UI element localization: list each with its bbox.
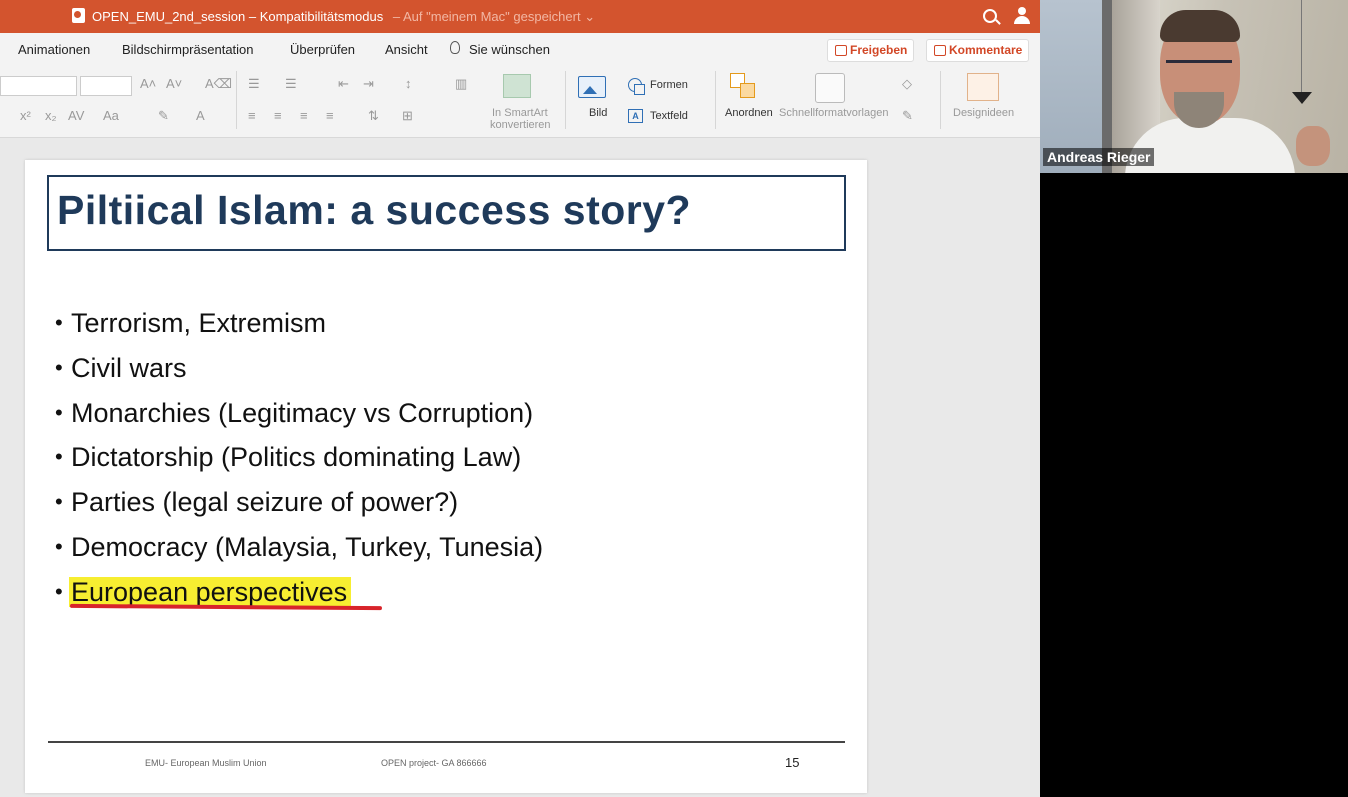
shape-fill-icon[interactable]: ◇ — [902, 76, 912, 92]
bullet-text: Monarchies (Legitimacy vs Corruption) — [71, 397, 534, 428]
slide-number: 15 — [785, 755, 800, 770]
participant-video-tile[interactable]: Andreas Rieger — [1040, 0, 1348, 173]
shapes-icon[interactable] — [628, 78, 645, 95]
bullet-text: Terrorism, Extremism — [71, 308, 326, 338]
numbering-icon[interactable]: ☰ — [285, 76, 297, 92]
picture-icon[interactable] — [578, 76, 606, 98]
arrange-label[interactable]: Anordnen — [725, 107, 773, 119]
highlight-pen-icon[interactable]: ✎ — [158, 108, 169, 124]
shapes-label[interactable]: Formen — [650, 79, 688, 91]
bullet-item: Parties (legal seizure of power?) — [55, 484, 543, 529]
decrease-font-icon[interactable]: A˅ — [166, 76, 182, 91]
superscript-icon[interactable]: x² — [20, 108, 31, 123]
text-direction-icon[interactable]: ⇅ — [368, 108, 379, 124]
search-icon[interactable] — [983, 9, 997, 23]
ribbon-toolbar: A˄ A˅ A⌫ x² x₂ AV Aa ✎ A ☰ ☰ ⇤ ⇥ ↕ ▥ ≡ ≡… — [0, 67, 1040, 138]
title-bar: OPEN_EMU_2nd_session – Kompatibilitätsmo… — [0, 0, 1040, 33]
textbox-label[interactable]: Textfeld — [650, 110, 688, 122]
video-panel-empty — [1040, 173, 1348, 797]
tab-slideshow[interactable]: Bildschirmpräsentation — [122, 42, 254, 57]
align-text-icon[interactable]: ⊞ — [402, 108, 413, 124]
decrease-indent-icon[interactable]: ⇤ — [338, 76, 349, 92]
lightbulb-icon — [450, 41, 460, 54]
bullet-item: Monarchies (Legitimacy vs Corruption) — [55, 395, 543, 440]
align-right-icon[interactable]: ≡ — [300, 108, 308, 123]
share-button[interactable]: Freigeben — [827, 39, 915, 62]
share-icon — [835, 45, 847, 56]
bullet-text: Dictatorship (Politics dominating Law) — [71, 442, 522, 473]
font-size-dropdown[interactable] — [80, 76, 132, 96]
ribbon-tabs: Animationen Bildschirmpräsentation Überp… — [0, 33, 1040, 67]
bullet-item: Terrorism, Extremism — [55, 305, 543, 350]
highlighted-bullet-text: European perspectives — [69, 576, 352, 607]
font-name-dropdown[interactable] — [0, 76, 77, 96]
footer-divider — [48, 741, 845, 743]
picture-label[interactable]: Bild — [589, 107, 607, 119]
bullet-list[interactable]: Terrorism, Extremism Civil wars Monarchi… — [55, 305, 543, 619]
bullet-item: Democracy (Malaysia, Turkey, Tunesia) — [55, 529, 543, 574]
bullet-text: Democracy (Malaysia, Turkey, Tunesia) — [71, 531, 544, 562]
user-account-icon[interactable] — [1014, 7, 1030, 25]
ribbon-separator — [565, 71, 566, 129]
shape-outline-icon[interactable]: ✎ — [902, 108, 913, 124]
footer-left: EMU- European Muslim Union — [145, 758, 267, 768]
align-left-icon[interactable]: ≡ — [248, 108, 256, 123]
slide-title: Piltiical Islam: a success story? — [57, 187, 692, 233]
slide-title-box[interactable]: Piltiical Islam: a success story? — [47, 175, 846, 251]
arrange-icon[interactable] — [730, 73, 756, 99]
compatibility-mode: Kompatibilitätsmodus — [259, 9, 384, 24]
line-spacing-icon[interactable]: ↕ — [405, 76, 412, 91]
ribbon-separator — [236, 71, 237, 129]
columns-icon[interactable]: ▥ — [455, 76, 467, 92]
save-status[interactable]: – Auf "meinem Mac" gespeichert ⌄ — [393, 9, 595, 24]
smartart-label-2: konvertieren — [490, 119, 551, 131]
align-center-icon[interactable]: ≡ — [274, 108, 282, 123]
increase-font-icon[interactable]: A˄ — [140, 76, 156, 91]
participant-hand — [1296, 126, 1330, 166]
comments-label: Kommentare — [949, 43, 1023, 57]
lamp-icon — [1292, 92, 1312, 104]
tab-view[interactable]: Ansicht — [385, 42, 428, 57]
powerpoint-doc-icon — [72, 8, 85, 23]
bullet-item-highlighted: European perspectives — [55, 574, 543, 619]
change-case-icon[interactable]: Aa — [103, 108, 119, 123]
subscript-icon[interactable]: x₂ — [45, 108, 57, 123]
participant-glasses — [1166, 60, 1232, 75]
slide-canvas[interactable]: Piltiical Islam: a success story? Terror… — [25, 160, 867, 793]
design-ideas-label[interactable]: Designideen — [953, 107, 1014, 119]
bullet-text: Civil wars — [71, 352, 187, 383]
textbox-icon[interactable]: A — [628, 109, 643, 123]
justify-icon[interactable]: ≡ — [326, 108, 334, 123]
ribbon-separator — [715, 71, 716, 129]
comments-button[interactable]: Kommentare — [926, 39, 1030, 62]
bullet-item: Civil wars — [55, 350, 543, 395]
tell-me-search[interactable]: Sie wünschen — [469, 42, 550, 57]
footer-center: OPEN project- GA 866666 — [381, 758, 487, 768]
increase-indent-icon[interactable]: ⇥ — [363, 76, 374, 92]
powerpoint-window: OPEN_EMU_2nd_session – Kompatibilitätsmo… — [0, 0, 1040, 797]
ribbon-separator — [940, 71, 941, 129]
lamp-cord — [1301, 0, 1302, 92]
bullets-icon[interactable]: ☰ — [248, 76, 260, 92]
tab-review[interactable]: Überprüfen — [290, 42, 355, 57]
quick-styles-icon[interactable] — [815, 73, 845, 103]
participant-name: Andreas Rieger — [1043, 148, 1155, 166]
design-ideas-icon[interactable] — [967, 73, 999, 101]
tab-animations[interactable]: Animationen — [18, 42, 90, 57]
participant-hair — [1160, 10, 1240, 42]
character-spacing-icon[interactable]: AV — [68, 108, 84, 123]
title-separator: – — [248, 9, 257, 24]
bullet-text: Parties (legal seizure of power?) — [71, 487, 459, 518]
window-title: OPEN_EMU_2nd_session – Kompatibilitätsmo… — [92, 9, 595, 25]
comment-icon — [934, 45, 946, 56]
smartart-label-1: In SmartArt — [492, 107, 548, 119]
smartart-icon[interactable] — [503, 74, 531, 98]
share-label: Freigeben — [850, 43, 908, 57]
quick-styles-label[interactable]: Schnellformatvorlagen — [779, 107, 888, 119]
document-title: OPEN_EMU_2nd_session — [92, 9, 246, 24]
bullet-item: Dictatorship (Politics dominating Law) — [55, 439, 543, 484]
clear-formatting-icon[interactable]: A⌫ — [205, 76, 232, 92]
font-color-icon[interactable]: A — [196, 108, 205, 123]
